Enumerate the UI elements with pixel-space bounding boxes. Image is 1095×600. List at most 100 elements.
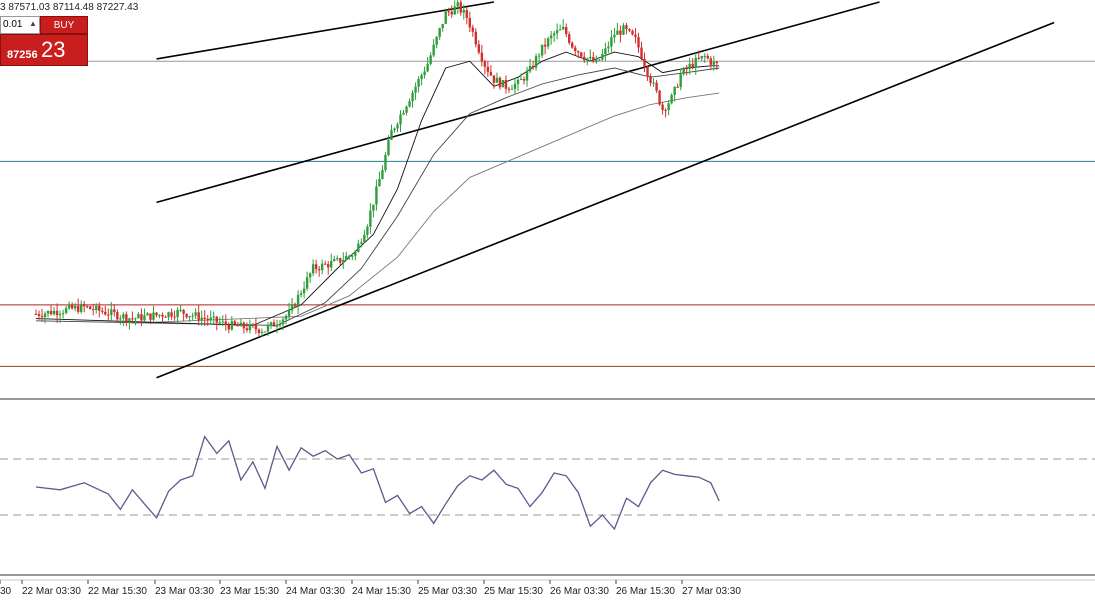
candle-body [510, 88, 514, 90]
candle-body [558, 29, 562, 31]
candle-body [272, 322, 276, 327]
candle-body [537, 55, 541, 57]
candle-body [504, 80, 508, 89]
lot-size-value: 0.01 [3, 19, 23, 30]
candle-body [284, 316, 288, 320]
candle-body [420, 75, 423, 80]
candle-body [155, 312, 158, 316]
candle-body [185, 313, 188, 318]
candle-body [40, 315, 44, 317]
candle-body [197, 312, 200, 321]
candle-body [444, 11, 447, 24]
candle-body [98, 305, 101, 311]
candle-body [450, 11, 453, 15]
candle-body [549, 35, 553, 39]
candle-body [296, 294, 300, 307]
candle-body [390, 130, 393, 140]
candle-body [227, 325, 230, 330]
candle-body [200, 317, 203, 321]
candle-body [257, 329, 261, 333]
time-axis-tick-label: 23 Mar 15:30 [220, 586, 279, 597]
candle-body [595, 59, 598, 62]
candle-body [577, 51, 580, 53]
candle-body [299, 293, 303, 295]
candle-body [254, 325, 258, 330]
main-price-pane [0, 0, 1095, 400]
time-axis-tick-label: 22 Mar 15:30 [88, 586, 147, 597]
candle-body [580, 52, 583, 57]
candle-body [534, 56, 538, 68]
candle-body [86, 306, 89, 308]
candle-body [79, 304, 83, 312]
candle-body [89, 306, 92, 310]
candle-body [378, 179, 381, 187]
candle-body [320, 263, 324, 271]
candle-body [661, 104, 664, 110]
candle-body [583, 56, 586, 61]
candle-body [83, 304, 86, 307]
candle-body [311, 264, 315, 274]
candle-body [381, 169, 384, 180]
candle-body [447, 11, 450, 13]
candle-body [480, 52, 484, 62]
candle-body [643, 59, 646, 67]
candle-body [317, 269, 321, 271]
candle-body [474, 31, 478, 45]
candle-body [34, 314, 38, 316]
candle-body [498, 77, 502, 88]
candle-body [209, 317, 212, 321]
candle-body [348, 255, 351, 257]
candle-body [531, 66, 535, 68]
candle-body [357, 243, 360, 252]
lot-stepper-up-icon[interactable]: ▲ [29, 19, 37, 28]
time-axis-tick-label: 25 Mar 15:30 [484, 586, 543, 597]
candle-body [354, 251, 357, 256]
candle-body [649, 75, 652, 83]
candle-body [519, 79, 523, 81]
candle-body [281, 319, 285, 325]
candle-body [351, 255, 354, 257]
candle-body [245, 328, 249, 331]
candle-body [543, 44, 547, 47]
candle-body [58, 314, 62, 316]
buy-button[interactable]: BUY [40, 16, 88, 34]
candle-body [176, 309, 179, 318]
ohlc-readout: 3 87571.03 87114.48 87227.43 [0, 2, 139, 13]
candle-body [432, 44, 435, 56]
candle-body [49, 310, 53, 315]
candle-body [438, 28, 441, 37]
candle-body [652, 82, 655, 84]
time-axis-tick-label: 23 Mar 03:30 [155, 586, 214, 597]
candle-body [119, 318, 122, 320]
candle-body [411, 92, 414, 102]
candle-body [248, 324, 252, 331]
candle-body [616, 30, 619, 35]
candle-body [709, 58, 712, 65]
candle-body [140, 314, 143, 321]
candle-body [679, 74, 682, 87]
candle-body [676, 86, 679, 88]
candle-body [125, 314, 128, 322]
candle-body [236, 324, 240, 327]
candle-body [369, 210, 372, 227]
candle-body [592, 56, 595, 62]
candle-body [107, 314, 110, 316]
lot-size-input[interactable]: 0.01 ▲ [0, 16, 40, 34]
candle-body [167, 312, 170, 318]
candle-body [152, 312, 155, 320]
candle-body [625, 25, 628, 30]
candle-body [206, 318, 209, 321]
candle-body [426, 63, 429, 72]
candle-body [399, 114, 402, 125]
time-axis: 30 22 Mar 03:30 22 Mar 15:30 23 Mar 03:30 23… [0, 574, 1095, 597]
candle-body [314, 264, 318, 270]
candle-body [104, 311, 107, 315]
candle-body [465, 9, 468, 19]
candle-body [607, 46, 610, 49]
candle-body [555, 30, 559, 34]
buy-price-box[interactable]: 87256 23 [0, 34, 88, 66]
candle-body [477, 44, 481, 53]
candle-body [182, 309, 185, 314]
candle-body [631, 30, 634, 35]
candle-body [688, 63, 691, 70]
